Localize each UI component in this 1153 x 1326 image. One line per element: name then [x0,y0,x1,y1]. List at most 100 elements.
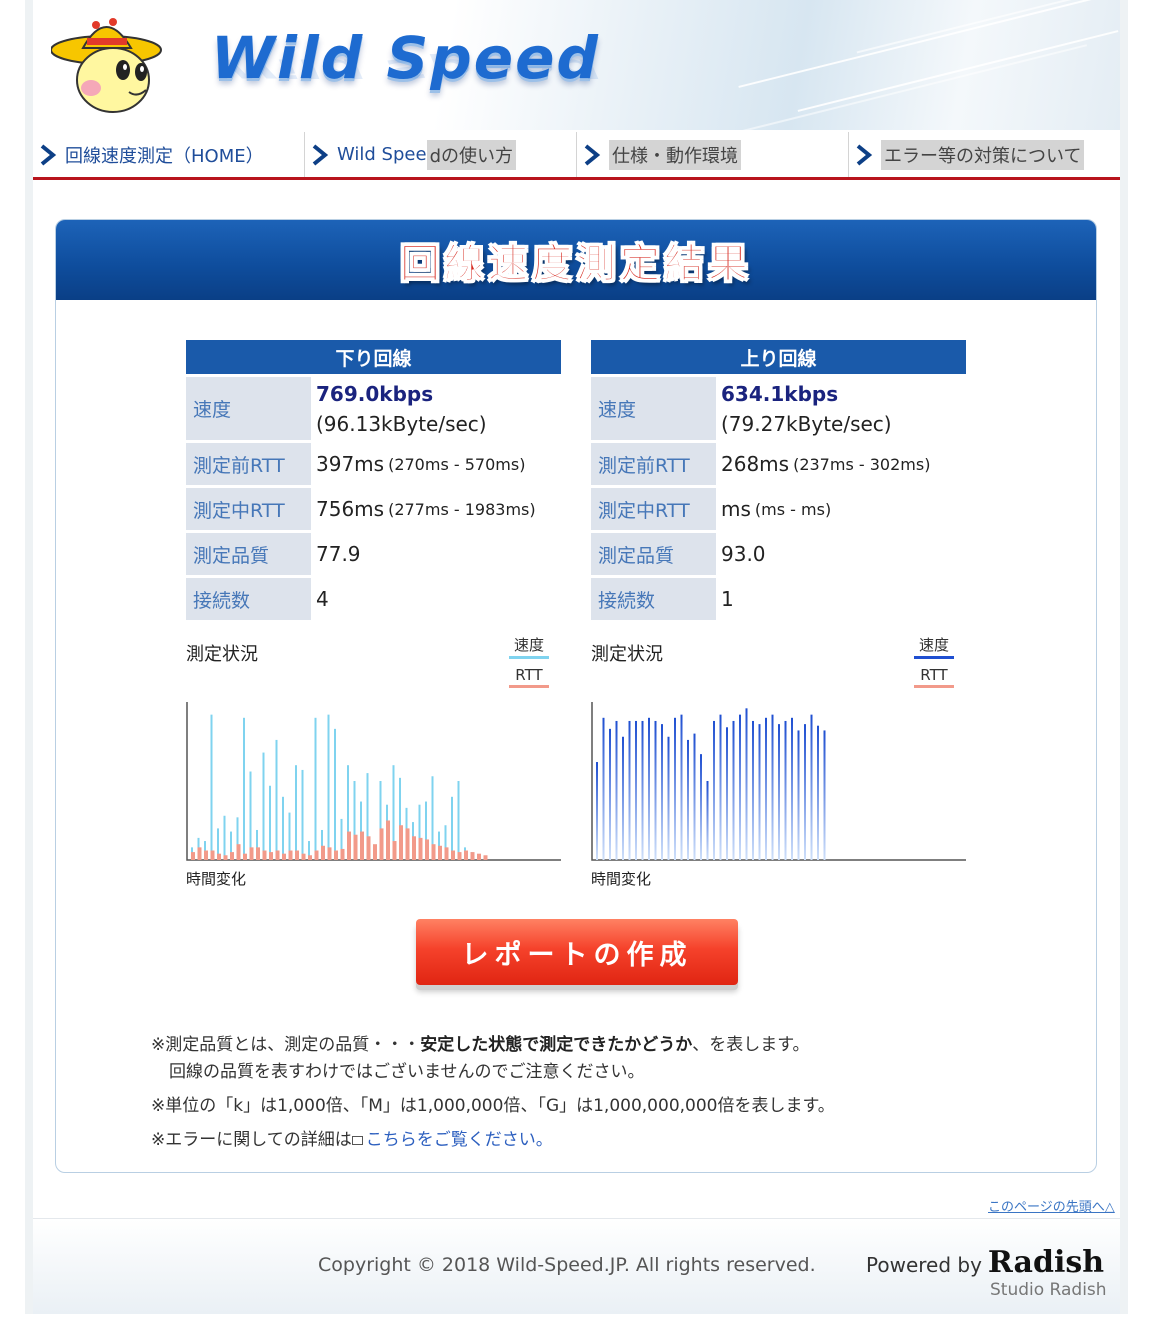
nav-label-highlight: 仕様・動作環境 [609,139,741,170]
speed-bar [745,708,748,860]
nav-label: Wild Spee [337,144,427,165]
back-to-top-link[interactable]: このページの先頭へ△ [988,1196,1115,1215]
rtt-bar [392,841,397,860]
sombrero-mascot-icon[interactable] [51,10,171,115]
download-rtt-during-range: (277ms - 1983ms) [388,499,536,519]
upload-speed: 634.1kbps [721,381,839,406]
upload-rtt-before-range: (237ms - 302ms) [793,454,931,474]
legend-speed: 速度 [914,634,954,659]
speed-bar [797,730,800,860]
speed-bar [674,717,676,860]
chevron-right-icon [584,143,601,166]
legend-rtt: RTT [914,666,954,688]
site-logo-reflection: Wild Speed [211,53,600,84]
speed-bar [249,771,252,860]
download-speed-row: 速度 769.0kbps (96.13kByte/sec) [186,377,561,440]
rtt-bar [360,831,364,860]
page: Wild Speed Wild Speed 回線速度測定（HOME） Wild … [25,0,1128,1314]
speed-bar [295,765,297,860]
legend-rtt-swatch [509,685,549,688]
rtt-bar [197,847,202,860]
speed-bar [693,733,696,860]
speed-bar [765,717,767,860]
speed-bar [778,724,780,860]
upload-rtt-during-row: 測定中RTT ms (ms - ms) [591,488,966,530]
rtt-bar [477,853,481,860]
upload-speed-row: 速度 634.1kbps (79.27kByte/sec) [591,377,966,440]
rtt-bar [379,828,384,860]
upload-rtt-before-row: 測定前RTT 268ms (237ms - 302ms) [591,443,966,485]
create-report-button[interactable]: レポートの作成 [416,919,738,985]
speed-bar [457,781,460,860]
speed-bar [726,727,728,860]
note-quality: ※測定品質とは、測定の品質・・・安定した状態で測定できたかどうか、を表します。回… [151,1032,835,1086]
new-window-icon [351,1135,363,1145]
rtt-bar [308,855,312,860]
upload-rtt-during-range: (ms - ms) [754,499,832,519]
rtt-bar [275,850,280,860]
nav-item-specs[interactable]: 仕様・動作環境 [577,132,849,177]
rtt-before-label: 測定前RTT [186,443,311,485]
radish-logo[interactable]: Radish [988,1245,1104,1280]
rtt-bar [230,852,234,860]
speed-bar [700,754,702,860]
speed-label: 速度 [591,377,716,440]
speed-bar [784,720,787,860]
legend-speed: 速度 [509,634,549,659]
speed-bar [210,714,213,860]
rtt-bar [444,847,449,860]
rtt-bar [314,850,319,860]
rtt-bar [386,820,390,860]
rtt-bar [321,845,325,860]
nav-label: 回線速度測定（HOME） [65,145,264,167]
legend-rtt: RTT [509,666,549,688]
rtt-during-label: 測定中RTT [186,488,311,530]
site-header: Wild Speed Wild Speed [33,0,1120,130]
upload-connections: 1 [721,587,734,611]
site-footer: Copyright © 2018 Wild-Speed.JP. All righ… [33,1218,1120,1314]
connections-label: 接続数 [186,578,311,620]
speed-bar [739,714,741,860]
result-title: 回線速度測定結果 [400,241,752,288]
download-speed: 769.0kbps [316,381,434,406]
rtt-during-label: 測定中RTT [591,488,716,530]
studio-name: Studio Radish [990,1280,1107,1300]
error-details-link[interactable]: こちらをご覧ください。 [366,1130,553,1150]
rtt-bar [457,852,462,860]
speed-bar [641,720,644,860]
nav-item-errors[interactable]: エラー等の対策について [849,132,1120,177]
legend-rtt-label: RTT [515,666,543,684]
rtt-bar [431,844,436,860]
rtt-bar [327,847,332,860]
nav-item-usage[interactable]: Wild Spee dの使い方 [305,132,577,177]
speed-bar [719,714,722,860]
nav-item-home[interactable]: 回線速度測定（HOME） [33,132,305,177]
rtt-bar [340,848,345,860]
speed-bar [817,725,819,860]
rtt-bar [243,853,247,860]
rtt-bar [438,845,442,860]
note-error: ※エラーに関しての詳細は こちらをご覧ください。 [151,1127,835,1154]
rtt-before-value: 397ms (270ms - 570ms) [311,443,561,485]
chart-xlabel: 時間変化 [591,870,652,888]
speed-bar [596,762,598,860]
speed-bar [628,720,631,860]
rtt-bar [269,852,273,860]
speed-bar [622,736,624,860]
speed-bar [804,724,806,860]
rtt-bar [204,850,208,860]
speed-bar [609,728,611,860]
legend-speed-label: 速度 [513,636,544,654]
rtt-during-value: ms (ms - ms) [716,488,966,530]
quality-label: 測定品質 [591,533,716,575]
rtt-bar [353,834,358,860]
rtt-bar [425,839,429,860]
rtt-bar [347,831,351,860]
download-quality: 77.9 [316,542,361,566]
speed-bar [752,720,754,860]
chevron-right-icon [40,143,57,166]
main-nav: 回線速度測定（HOME） Wild Spee dの使い方 仕様・動作環境 エラー等… [33,132,1120,180]
speed-bar [635,720,637,860]
nav-label-highlight: エラー等の対策について [881,139,1085,170]
rtt-bar [405,828,410,860]
